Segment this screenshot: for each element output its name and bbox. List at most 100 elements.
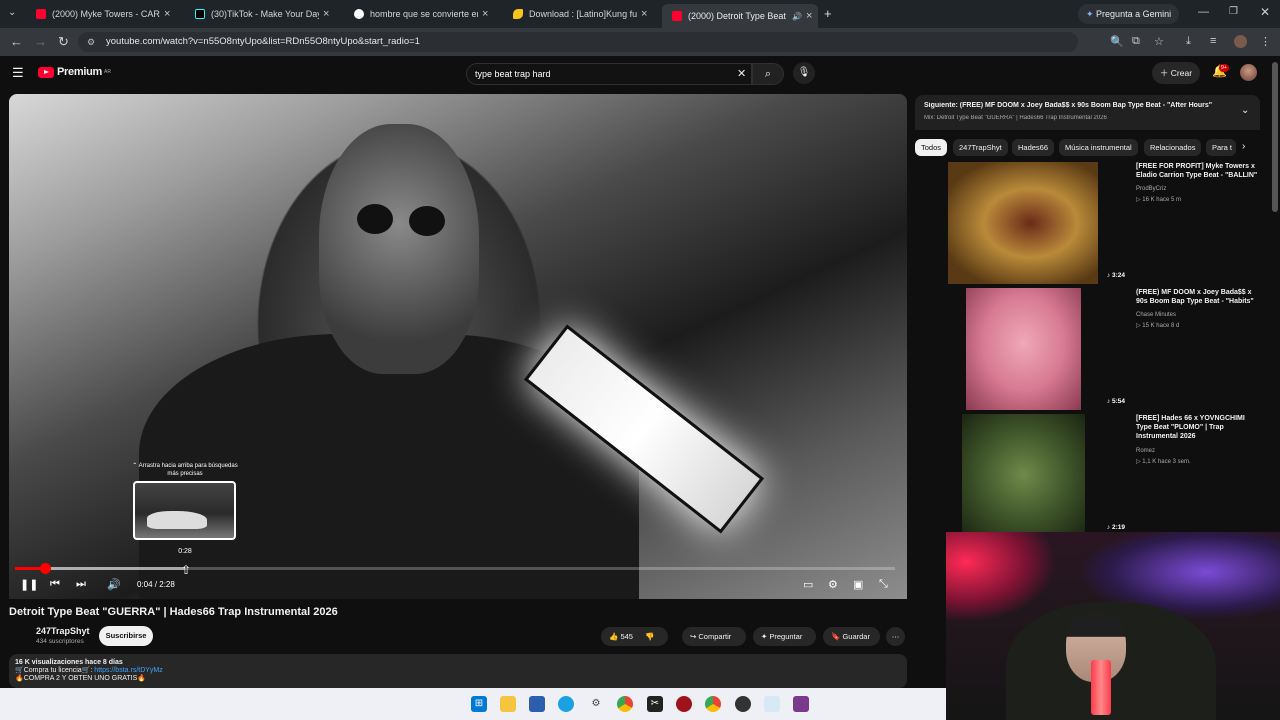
edge-icon[interactable]	[558, 696, 574, 712]
more-actions-button[interactable]: ⋯	[886, 627, 905, 646]
obs-icon[interactable]	[735, 696, 751, 712]
dislike-button[interactable]: 👎	[645, 627, 654, 646]
reco-thumbnail[interactable]: ♪ 2:19	[915, 414, 1130, 536]
video-figure-mask	[319, 124, 479, 374]
save-button[interactable]: 🔖 Guardar	[823, 627, 880, 646]
chip-instrumental[interactable]: Música instrumental	[1059, 139, 1138, 156]
profile-avatar[interactable]	[1234, 35, 1247, 48]
forward-icon[interactable]: →	[34, 34, 47, 49]
app-red-icon[interactable]	[676, 696, 692, 712]
bookmark-star-icon[interactable]: ☆	[1154, 35, 1164, 48]
fullscreen-icon[interactable]: ⤡	[879, 578, 888, 591]
chevron-down-icon[interactable]: ⌄	[1241, 105, 1249, 116]
minimize-button[interactable]: —	[1198, 6, 1209, 18]
subtitles-icon[interactable]: ▭	[803, 578, 813, 591]
plus-icon: ＋	[1159, 68, 1171, 78]
browser-tab[interactable]: (30)TikTok - Make Your Day ×	[185, 4, 341, 24]
address-bar[interactable]: ⚙ youtube.com/watch?v=n55O8ntyUpo&list=R…	[78, 32, 1078, 52]
volume-icon[interactable]: 🔊	[107, 578, 121, 591]
chrome-icon[interactable]	[617, 696, 633, 712]
file-explorer-icon[interactable]	[500, 696, 516, 712]
search-button[interactable]: ⌕	[752, 63, 784, 85]
pause-icon[interactable]: ❚❚	[20, 578, 38, 591]
clear-search-icon[interactable]: ✕	[737, 64, 746, 84]
youtube-logo[interactable]: Premium AR	[38, 66, 111, 78]
tab-search-icon[interactable]: ⌄	[8, 7, 16, 18]
up-next-box[interactable]: Siguiente: (FREE) MF DOOM x Joey Bada$$ …	[915, 95, 1260, 130]
reco-thumbnail[interactable]: ♪ 5:54	[915, 288, 1130, 410]
reading-list-icon[interactable]: ≡	[1210, 35, 1216, 47]
close-icon[interactable]: ×	[164, 8, 170, 20]
progress-bar[interactable]	[15, 563, 895, 574]
ask-button[interactable]: ✦ Preguntar	[753, 627, 816, 646]
zoom-icon[interactable]: 🔍	[1110, 35, 1124, 48]
reco-item[interactable]: ♪ 3:24 [FREE FOR PROFIT] Myke Towers x E…	[915, 162, 1260, 284]
chip-todos[interactable]: Todos	[915, 139, 948, 156]
site-info-icon[interactable]: ⚙	[87, 32, 95, 52]
notepad-icon[interactable]	[764, 696, 780, 712]
theater-mode-icon[interactable]: ▣	[853, 578, 863, 591]
chip-for-you[interactable]: Para t	[1206, 139, 1236, 156]
install-icon[interactable]: ⧉	[1132, 35, 1140, 48]
previous-icon[interactable]: ⏮	[50, 578, 60, 591]
speaker-icon[interactable]: 🔊	[792, 12, 802, 21]
hamburger-menu-icon[interactable]: ☰	[12, 65, 24, 81]
close-icon[interactable]: ×	[482, 8, 488, 20]
page-scrollbar[interactable]	[1272, 62, 1278, 212]
chip-channel[interactable]: 247TrapShyt	[953, 139, 1008, 156]
license-link[interactable]: https://bsta.rs/tDYyMz	[94, 667, 162, 674]
next-icon[interactable]: ⏭	[76, 578, 86, 591]
winrar-icon[interactable]	[793, 696, 809, 712]
channel-name[interactable]: 247TrapShyt	[36, 626, 90, 636]
save-label: Guardar	[842, 632, 870, 641]
chip-related[interactable]: Relacionados	[1144, 139, 1202, 156]
reco-channel: Romez	[1136, 448, 1156, 454]
download-icon[interactable]: ⤓	[1186, 35, 1191, 48]
new-tab-button[interactable]: +	[824, 6, 832, 21]
settings-gear-icon[interactable]: ⚙	[828, 578, 838, 591]
voice-search-button[interactable]: 🎙	[793, 62, 815, 84]
reco-item[interactable]: ♪ 2:19 [FREE] Hades 66 x YOVNGCHIMI Type…	[915, 414, 1260, 536]
browser-tab[interactable]: (2000) Myke Towers - CARITA F ×	[26, 4, 182, 24]
youtube-header: ☰ Premium AR type beat trap hard ✕ ⌕ 🎙 ＋…	[0, 56, 1280, 92]
browser-tab[interactable]: Download : [Latino]Kung fu pa ×	[503, 4, 659, 24]
close-icon[interactable]: ×	[806, 10, 812, 22]
channel-avatar[interactable]	[9, 626, 29, 646]
chip-hades66[interactable]: Hades66	[1012, 139, 1055, 156]
reco-title: [FREE FOR PROFIT] Myke Towers x Eladio C…	[1136, 163, 1258, 179]
create-button[interactable]: ＋ Crear	[1152, 62, 1200, 84]
reload-icon[interactable]: ↻	[58, 34, 69, 50]
account-avatar[interactable]	[1240, 64, 1257, 81]
tab-title: (2000) Myke Towers - CARITA F	[52, 9, 160, 19]
windows-taskbar: ⊞ ⚙ ✂	[0, 688, 946, 720]
restore-button[interactable]: ❐	[1229, 6, 1238, 17]
reco-duration: ♪ 2:19	[1106, 524, 1125, 531]
subscribe-button[interactable]: Suscribirse	[99, 626, 153, 646]
gemini-button[interactable]: ✦ Pregunta a Gemini	[1078, 4, 1180, 24]
description-box[interactable]: 16 K visualizaciones hace 8 días 🛒Compra…	[9, 654, 907, 688]
mouse-cursor: ⇧	[181, 563, 192, 577]
settings-icon[interactable]: ⚙	[588, 696, 604, 712]
reco-item[interactable]: ♪ 5:54 (FREE) MF DOOM x Joey Bada$$ x 90…	[915, 288, 1260, 410]
close-window-button[interactable]: ✕	[1260, 5, 1270, 19]
menu-dots-icon[interactable]: ⋮	[1260, 35, 1271, 48]
reco-meta: ▷ 15 K hace 8 d	[1136, 323, 1180, 329]
store-icon[interactable]	[529, 696, 545, 712]
capcut-icon[interactable]: ✂	[647, 696, 663, 712]
reco-meta: ▷ 16 K hace 5 m	[1136, 197, 1181, 203]
windows-start-icon[interactable]: ⊞	[471, 696, 487, 712]
share-button[interactable]: ↪ Compartir	[682, 627, 746, 646]
chrome-active-icon[interactable]	[705, 696, 721, 712]
reco-thumbnail[interactable]: ♪ 3:24	[915, 162, 1130, 284]
chevron-right-icon[interactable]: ›	[1242, 141, 1245, 152]
subscriber-count: 434 suscriptores	[36, 638, 84, 645]
premium-label: Premium	[57, 66, 102, 78]
close-icon[interactable]: ×	[641, 8, 647, 20]
browser-tab[interactable]: hombre que se convierte en ra ×	[344, 4, 500, 24]
browser-tab-active[interactable]: (2000) Detroit Type Beat "G 🔊 ×	[662, 4, 818, 28]
search-input[interactable]: type beat trap hard ✕	[466, 63, 752, 85]
back-icon[interactable]: ←	[10, 34, 23, 49]
close-icon[interactable]: ×	[323, 8, 329, 20]
scrubber-handle[interactable]	[39, 563, 51, 574]
like-button[interactable]: 👍 545	[609, 627, 633, 646]
